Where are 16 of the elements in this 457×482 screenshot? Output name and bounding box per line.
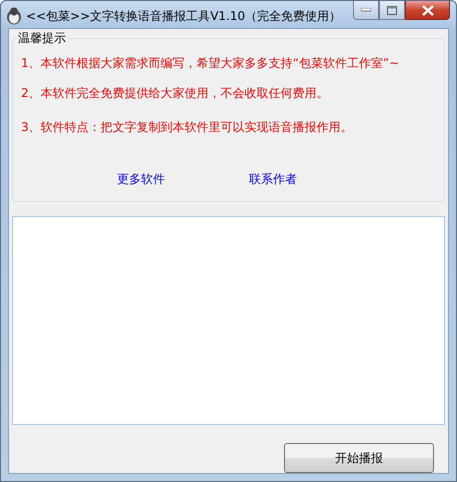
link[interactable]: 更多软件 [117,171,165,188]
close-icon [422,4,434,16]
start-button[interactable]: 开始播报 [284,443,434,473]
notice-text: 3、软件特点：把文字复制到本软件里可以实现语音播报作用。 [21,119,354,135]
group-title: 温馨提示 [16,30,68,47]
window-title: <<包菜>>文字转换语音播报工具V1.10（完全免费使用） [26,8,342,25]
notice-text: 1、本软件根据大家需求而编写，希望大家多多支持“包菜软件工作室”~ [21,55,400,71]
link[interactable]: 联系作者 [249,171,297,188]
minimize-icon [361,8,371,12]
penguin-icon [6,7,22,25]
maximize-button[interactable] [379,1,405,20]
close-button[interactable] [405,1,450,20]
notice-text: 2、本软件完全免费提供给大家使用，不会收取任何费用。 [21,85,330,101]
minimize-button[interactable] [353,1,379,20]
maximize-icon [387,6,397,14]
text-input[interactable] [12,216,445,425]
